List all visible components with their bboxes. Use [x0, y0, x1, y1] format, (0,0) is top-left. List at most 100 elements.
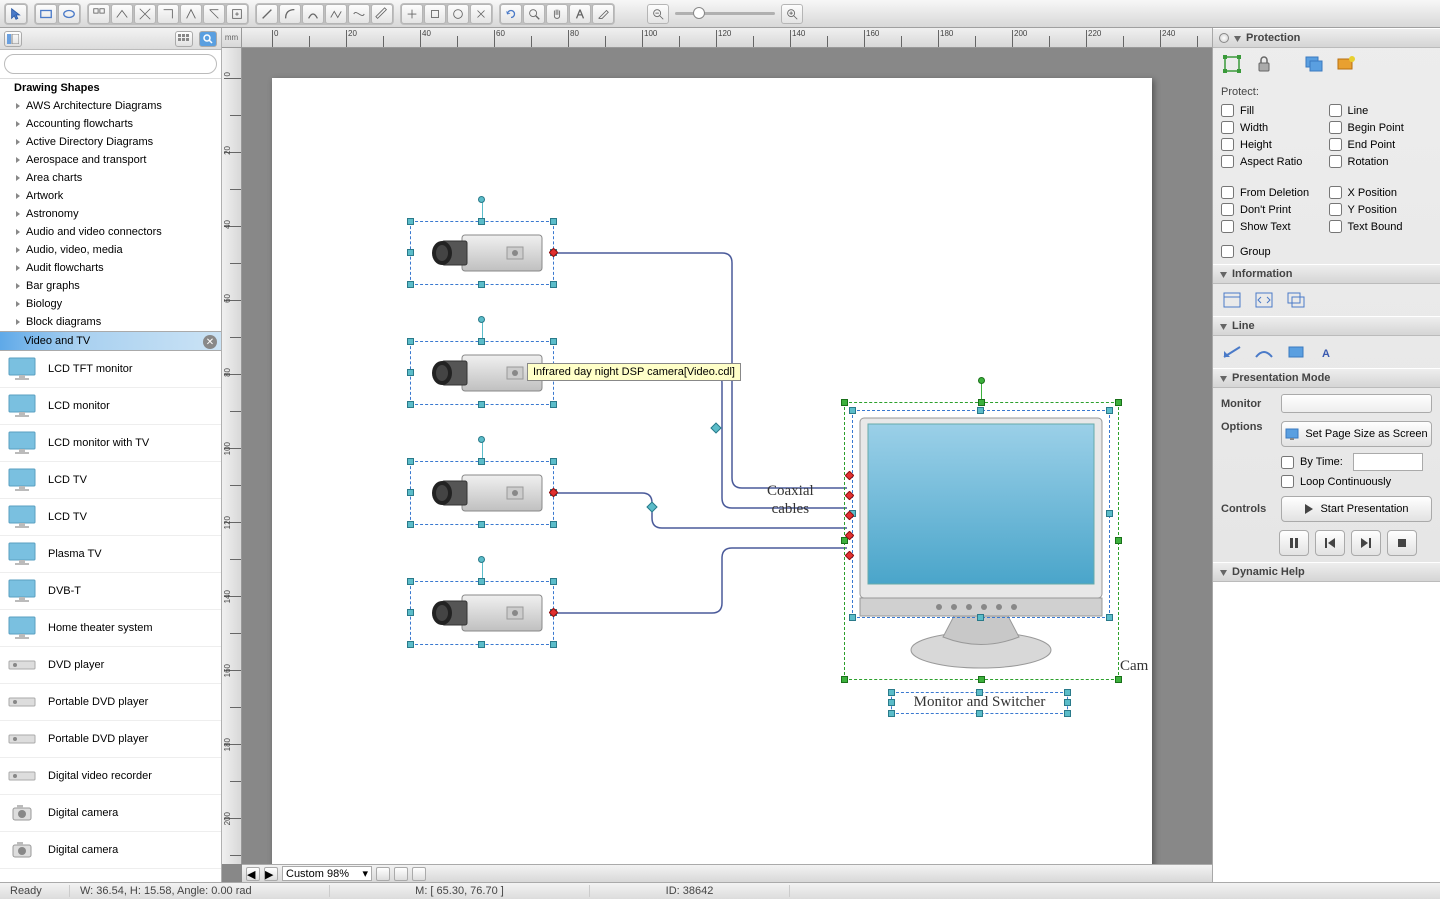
camera-shape[interactable] — [412, 463, 552, 523]
pencil-tool-button[interactable] — [592, 4, 614, 24]
library-item[interactable]: Home theater system — [0, 610, 221, 647]
zoom-tool-button[interactable] — [523, 4, 545, 24]
text-tool-button[interactable] — [569, 4, 591, 24]
line-header[interactable]: Line — [1213, 316, 1440, 336]
protect-checkbox[interactable] — [1221, 203, 1234, 216]
select-tool-button[interactable] — [5, 4, 27, 24]
spline-tool-button[interactable] — [348, 4, 370, 24]
tree-item[interactable]: Astronomy — [0, 205, 221, 223]
monitor-select[interactable] — [1281, 394, 1432, 413]
pen-tool-button[interactable] — [371, 4, 393, 24]
library-item[interactable]: DVD player — [0, 647, 221, 684]
snap2-button[interactable] — [424, 4, 446, 24]
protect-checkbox[interactable] — [1221, 186, 1234, 199]
protect-checkbox[interactable] — [1221, 155, 1234, 168]
monitor-shape[interactable] — [854, 412, 1108, 670]
protect-checkbox[interactable] — [1329, 203, 1342, 216]
loop-checkbox[interactable] — [1281, 475, 1294, 488]
tree-item[interactable]: Active Directory Diagrams — [0, 133, 221, 151]
scroll-left-button[interactable]: ◀ — [246, 867, 260, 881]
align-tool-button[interactable] — [88, 4, 110, 24]
snap1-button[interactable] — [401, 4, 423, 24]
connector4-button[interactable] — [180, 4, 202, 24]
protect-scheme1-icon[interactable] — [1301, 52, 1327, 76]
search-view-icon[interactable] — [199, 31, 217, 47]
library-item[interactable]: LCD TV — [0, 462, 221, 499]
library-item[interactable]: LCD TV — [0, 499, 221, 536]
tree-item[interactable]: Audio and video connectors — [0, 223, 221, 241]
tree-item[interactable]: Artwork — [0, 187, 221, 205]
zoom-combo[interactable]: Custom 98%▾ — [282, 866, 372, 881]
ellipse-tool-button[interactable] — [58, 4, 80, 24]
tree-item[interactable]: Biology — [0, 295, 221, 313]
protect-checkbox[interactable] — [1221, 104, 1234, 117]
presentation-header[interactable]: Presentation Mode — [1213, 368, 1440, 388]
line-text-icon[interactable]: A — [1315, 340, 1341, 364]
line-tool-button[interactable] — [256, 4, 278, 24]
library-item[interactable]: Digital camera — [0, 832, 221, 869]
library-item[interactable]: Portable DVD player — [0, 684, 221, 721]
page-add-button[interactable] — [412, 867, 426, 881]
protect-checkbox[interactable] — [1329, 220, 1342, 233]
curve-tool-button[interactable] — [302, 4, 324, 24]
snap3-button[interactable] — [447, 4, 469, 24]
library-item[interactable]: Plasma TV — [0, 536, 221, 573]
protect-scheme2-icon[interactable] — [1333, 52, 1359, 76]
connector1-button[interactable] — [111, 4, 133, 24]
polyline-tool-button[interactable] — [325, 4, 347, 24]
panel-view-icon[interactable] — [4, 31, 22, 47]
protect-checkbox[interactable] — [1329, 138, 1342, 151]
connector3-button[interactable] — [157, 4, 179, 24]
library-title-bar[interactable]: Video and TV ✕ — [0, 331, 221, 351]
page[interactable]: Infrared day night DSP camera[Video.cdl]… — [272, 78, 1152, 864]
information-header[interactable]: Information — [1213, 264, 1440, 284]
arc-tool-button[interactable] — [279, 4, 301, 24]
line-arrow-icon[interactable] — [1251, 340, 1277, 364]
next-button[interactable] — [1351, 530, 1381, 556]
tree-item[interactable]: Accounting flowcharts — [0, 115, 221, 133]
library-item[interactable]: LCD monitor with TV — [0, 425, 221, 462]
protect-checkbox[interactable] — [1329, 121, 1342, 134]
pause-button[interactable] — [1279, 530, 1309, 556]
tree-item[interactable]: Block diagrams — [0, 313, 221, 331]
protection-header[interactable]: Protection — [1213, 28, 1440, 48]
info-mode1-icon[interactable] — [1219, 288, 1245, 312]
zoom-slider[interactable] — [675, 6, 775, 22]
protect-checkbox[interactable] — [1221, 121, 1234, 134]
scroll-right-button[interactable]: ▶ — [264, 867, 278, 881]
start-presentation-button[interactable]: Start Presentation — [1281, 496, 1432, 522]
tree-header[interactable]: Drawing Shapes — [0, 79, 221, 97]
canvas-viewport[interactable]: Infrared day night DSP camera[Video.cdl]… — [242, 48, 1212, 864]
protect-checkbox[interactable] — [1329, 104, 1342, 117]
set-page-size-button[interactable]: Set Page Size as Screen — [1281, 421, 1432, 447]
library-item[interactable]: DVB-T — [0, 573, 221, 610]
line-style-icon[interactable] — [1219, 340, 1245, 364]
protect-group-checkbox[interactable] — [1221, 245, 1234, 258]
zoom-in-button[interactable] — [781, 4, 803, 24]
tree-item[interactable]: Bar graphs — [0, 277, 221, 295]
stop-button[interactable] — [1387, 530, 1417, 556]
protect-bounds-icon[interactable] — [1219, 52, 1245, 76]
by-time-input[interactable] — [1353, 453, 1423, 471]
protect-checkbox[interactable] — [1329, 186, 1342, 199]
grid-view-icon[interactable] — [175, 31, 193, 47]
tree-item[interactable]: Audit flowcharts — [0, 259, 221, 277]
connector5-button[interactable] — [203, 4, 225, 24]
library-item[interactable]: Portable DVD player — [0, 721, 221, 758]
by-time-checkbox[interactable] — [1281, 456, 1294, 469]
library-item[interactable]: LCD TFT monitor — [0, 351, 221, 388]
connector2-button[interactable] — [134, 4, 156, 24]
library-item[interactable]: LCD monitor — [0, 388, 221, 425]
snap4-button[interactable] — [470, 4, 492, 24]
info-mode2-icon[interactable] — [1251, 288, 1277, 312]
camera-shape[interactable] — [412, 223, 552, 283]
export-button[interactable] — [226, 4, 248, 24]
tree-item[interactable]: AWS Architecture Diagrams — [0, 97, 221, 115]
close-icon[interactable]: ✕ — [203, 335, 217, 349]
library-search-input[interactable] — [4, 54, 217, 74]
prev-button[interactable] — [1315, 530, 1345, 556]
page-prev-button[interactable] — [376, 867, 390, 881]
protect-checkbox[interactable] — [1329, 155, 1342, 168]
rect-tool-button[interactable] — [35, 4, 57, 24]
tree-item[interactable]: Audio, video, media — [0, 241, 221, 259]
